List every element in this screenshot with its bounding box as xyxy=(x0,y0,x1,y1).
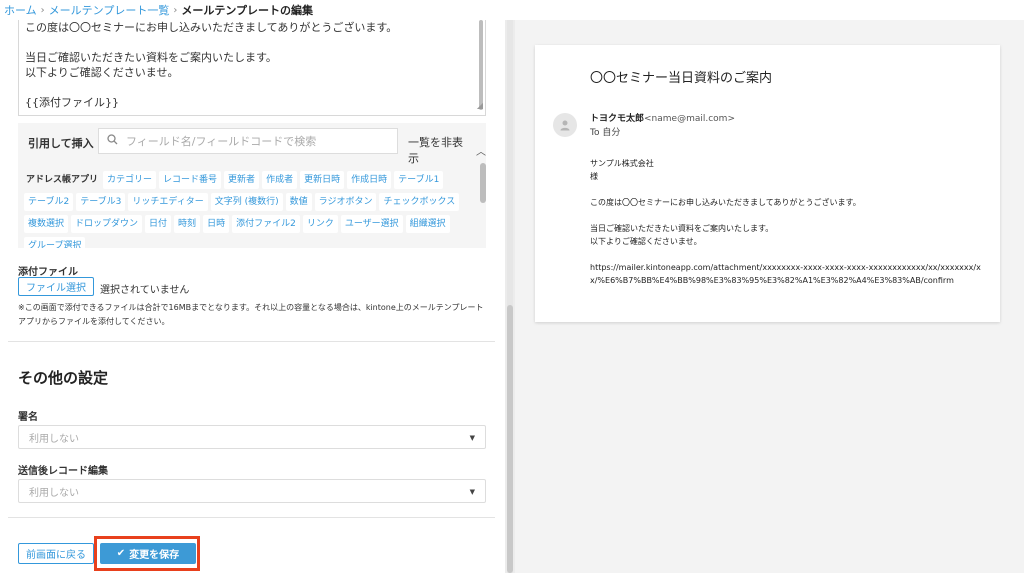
divider xyxy=(8,517,495,518)
caret-down-icon: ▼ xyxy=(469,434,475,442)
field-chip[interactable]: 作成者 xyxy=(262,171,298,189)
attachment-note: ※この画面で添付できるファイルは合計で16MBまでとなります。それ以上の容量とな… xyxy=(18,303,484,326)
field-chip[interactable]: 時刻 xyxy=(174,215,201,233)
field-chip[interactable]: テーブル3 xyxy=(76,193,126,211)
field-chip[interactable]: 更新者 xyxy=(224,171,260,189)
field-chip[interactable]: テーブル1 xyxy=(394,171,444,189)
preview-from: トヨクモ太郎<name@mail.com> xyxy=(590,111,735,124)
breadcrumb-current: メールテンプレートの編集 xyxy=(181,4,314,17)
breadcrumb: ホーム › メールテンプレート一覧 › メールテンプレートの編集 xyxy=(0,0,1024,20)
back-button[interactable]: 前画面に戻る xyxy=(18,543,94,564)
field-chip[interactable]: リッチエディター xyxy=(128,193,208,211)
field-chip[interactable]: ユーザー選択 xyxy=(340,215,403,233)
search-icon xyxy=(107,134,118,148)
field-chip[interactable]: ドロップダウン xyxy=(71,215,143,233)
save-button[interactable]: ✔ 変更を保存 xyxy=(100,543,196,564)
caret-down-icon: ▼ xyxy=(469,488,475,496)
insert-field-panel: 引用して挿入 一覧を非表示 ︿ アドレス帳アプリ カテゴリーレコード番号更新者作… xyxy=(18,123,486,248)
preview-panel: 〇〇セミナー当日資料のご案内 トヨクモ太郎<name@mail.com> To … xyxy=(515,20,1024,573)
field-chip[interactable]: 数値 xyxy=(285,193,312,211)
field-chip[interactable]: ラジオボタン xyxy=(314,193,377,211)
preview-to: To 自分 xyxy=(590,128,621,138)
person-icon xyxy=(560,120,570,131)
field-group-label: アドレス帳アプリ xyxy=(26,175,99,185)
record-edit-select[interactable]: 利用しない ▼ xyxy=(18,479,486,503)
field-chip[interactable]: 日時 xyxy=(203,215,230,233)
file-status: 選択されていません xyxy=(100,285,190,296)
field-chip[interactable]: グループ選択 xyxy=(24,237,86,248)
field-chip[interactable]: 文字列 (複数行) xyxy=(210,193,283,211)
body-line: {{添付ファイル}} xyxy=(25,96,119,109)
resize-grip-icon[interactable]: ◢ xyxy=(477,98,483,113)
textarea-scrollbar[interactable] xyxy=(479,20,483,110)
record-edit-value: 利用しない xyxy=(29,487,79,499)
field-chip[interactable]: カテゴリー xyxy=(103,171,157,189)
file-select-button[interactable]: ファイル選択 xyxy=(18,277,94,296)
insert-label: 引用して挿入 xyxy=(28,137,94,150)
body-line: 当日ご確認いただきたい資料をご案内いたします。 xyxy=(25,51,277,64)
body-line: この度は〇〇セミナーにお申し込みいただきましてありがとうございます。 xyxy=(25,21,398,34)
page-scrollbar-thumb[interactable] xyxy=(507,305,513,573)
preview-line: 当日ご確認いただきたい資料をご案内いたします。 xyxy=(590,224,774,233)
mail-preview-card: 〇〇セミナー当日資料のご案内 トヨクモ太郎<name@mail.com> To … xyxy=(535,45,1000,322)
field-chip[interactable]: リンク xyxy=(302,215,338,233)
field-chip[interactable]: 複数選択 xyxy=(24,215,69,233)
field-chip[interactable]: テーブル2 xyxy=(24,193,74,211)
preview-line: サンプル株式会社 xyxy=(590,159,654,168)
field-chip[interactable]: 更新日時 xyxy=(300,171,345,189)
body-textarea[interactable]: この度は〇〇セミナーにお申し込みいただきましてありがとうございます。 当日ご確認… xyxy=(18,20,486,116)
preview-url[interactable]: https://mailer.kintoneapp.com/attachment… xyxy=(590,261,990,287)
signature-value: 利用しない xyxy=(29,433,79,445)
body-line: 以下よりご確認くださいませ。 xyxy=(25,66,179,79)
field-chip[interactable]: レコード番号 xyxy=(159,171,222,189)
preview-body: サンプル株式会社 様 この度は〇〇セミナーにお申し込みいただきましてありがとうご… xyxy=(590,157,990,287)
chevron-right-icon: › xyxy=(40,4,45,16)
preview-line: この度は〇〇セミナーにお申し込みいただきましてありがとうございます。 xyxy=(590,198,861,207)
check-icon: ✔ xyxy=(116,548,126,559)
chevron-up-icon: ︿ xyxy=(476,146,486,158)
hide-list-label: 一覧を非表示 xyxy=(408,136,463,165)
record-edit-label: 送信後レコード編集 xyxy=(18,466,108,477)
field-chip[interactable]: 日付 xyxy=(145,215,172,233)
other-settings-title: その他の設定 xyxy=(18,369,109,387)
field-chip[interactable]: チェックボックス xyxy=(379,193,460,211)
field-chip[interactable]: 作成日時 xyxy=(347,171,392,189)
signature-label: 署名 xyxy=(18,412,38,423)
preview-line: 以下よりご確認くださいませ。 xyxy=(590,237,702,246)
hide-list-toggle[interactable]: 一覧を非表示 ︿ xyxy=(408,134,486,166)
divider xyxy=(8,341,495,342)
field-chip[interactable]: 添付ファイル2 xyxy=(232,215,300,233)
signature-select[interactable]: 利用しない ▼ xyxy=(18,425,486,449)
field-list-scrollbar[interactable] xyxy=(480,163,486,203)
save-label: 変更を保存 xyxy=(129,550,180,561)
preview-from-address: <name@mail.com> xyxy=(644,114,735,124)
field-search-box[interactable] xyxy=(98,128,398,154)
breadcrumb-home-link[interactable]: ホーム xyxy=(4,2,37,18)
chevron-right-icon: › xyxy=(173,4,178,16)
avatar xyxy=(553,113,577,137)
field-chip[interactable]: 組織選択 xyxy=(405,215,450,233)
breadcrumb-list-link[interactable]: メールテンプレート一覧 xyxy=(49,2,170,18)
editor-panel: この度は〇〇セミナーにお申し込みいただきましてありがとうございます。 当日ご確認… xyxy=(0,20,505,573)
field-search-input[interactable] xyxy=(126,134,397,148)
attachment-title: 添付ファイル xyxy=(18,267,78,278)
field-chip-list: アドレス帳アプリ カテゴリー レコード番号 更新者 作成者 更新日時 作成日時 テーブル1 テ… xyxy=(24,171,474,248)
preview-subject: 〇〇セミナー当日資料のご案内 xyxy=(590,71,773,86)
preview-line: 様 xyxy=(590,172,598,181)
preview-from-name: トヨクモ太郎 xyxy=(590,114,645,124)
